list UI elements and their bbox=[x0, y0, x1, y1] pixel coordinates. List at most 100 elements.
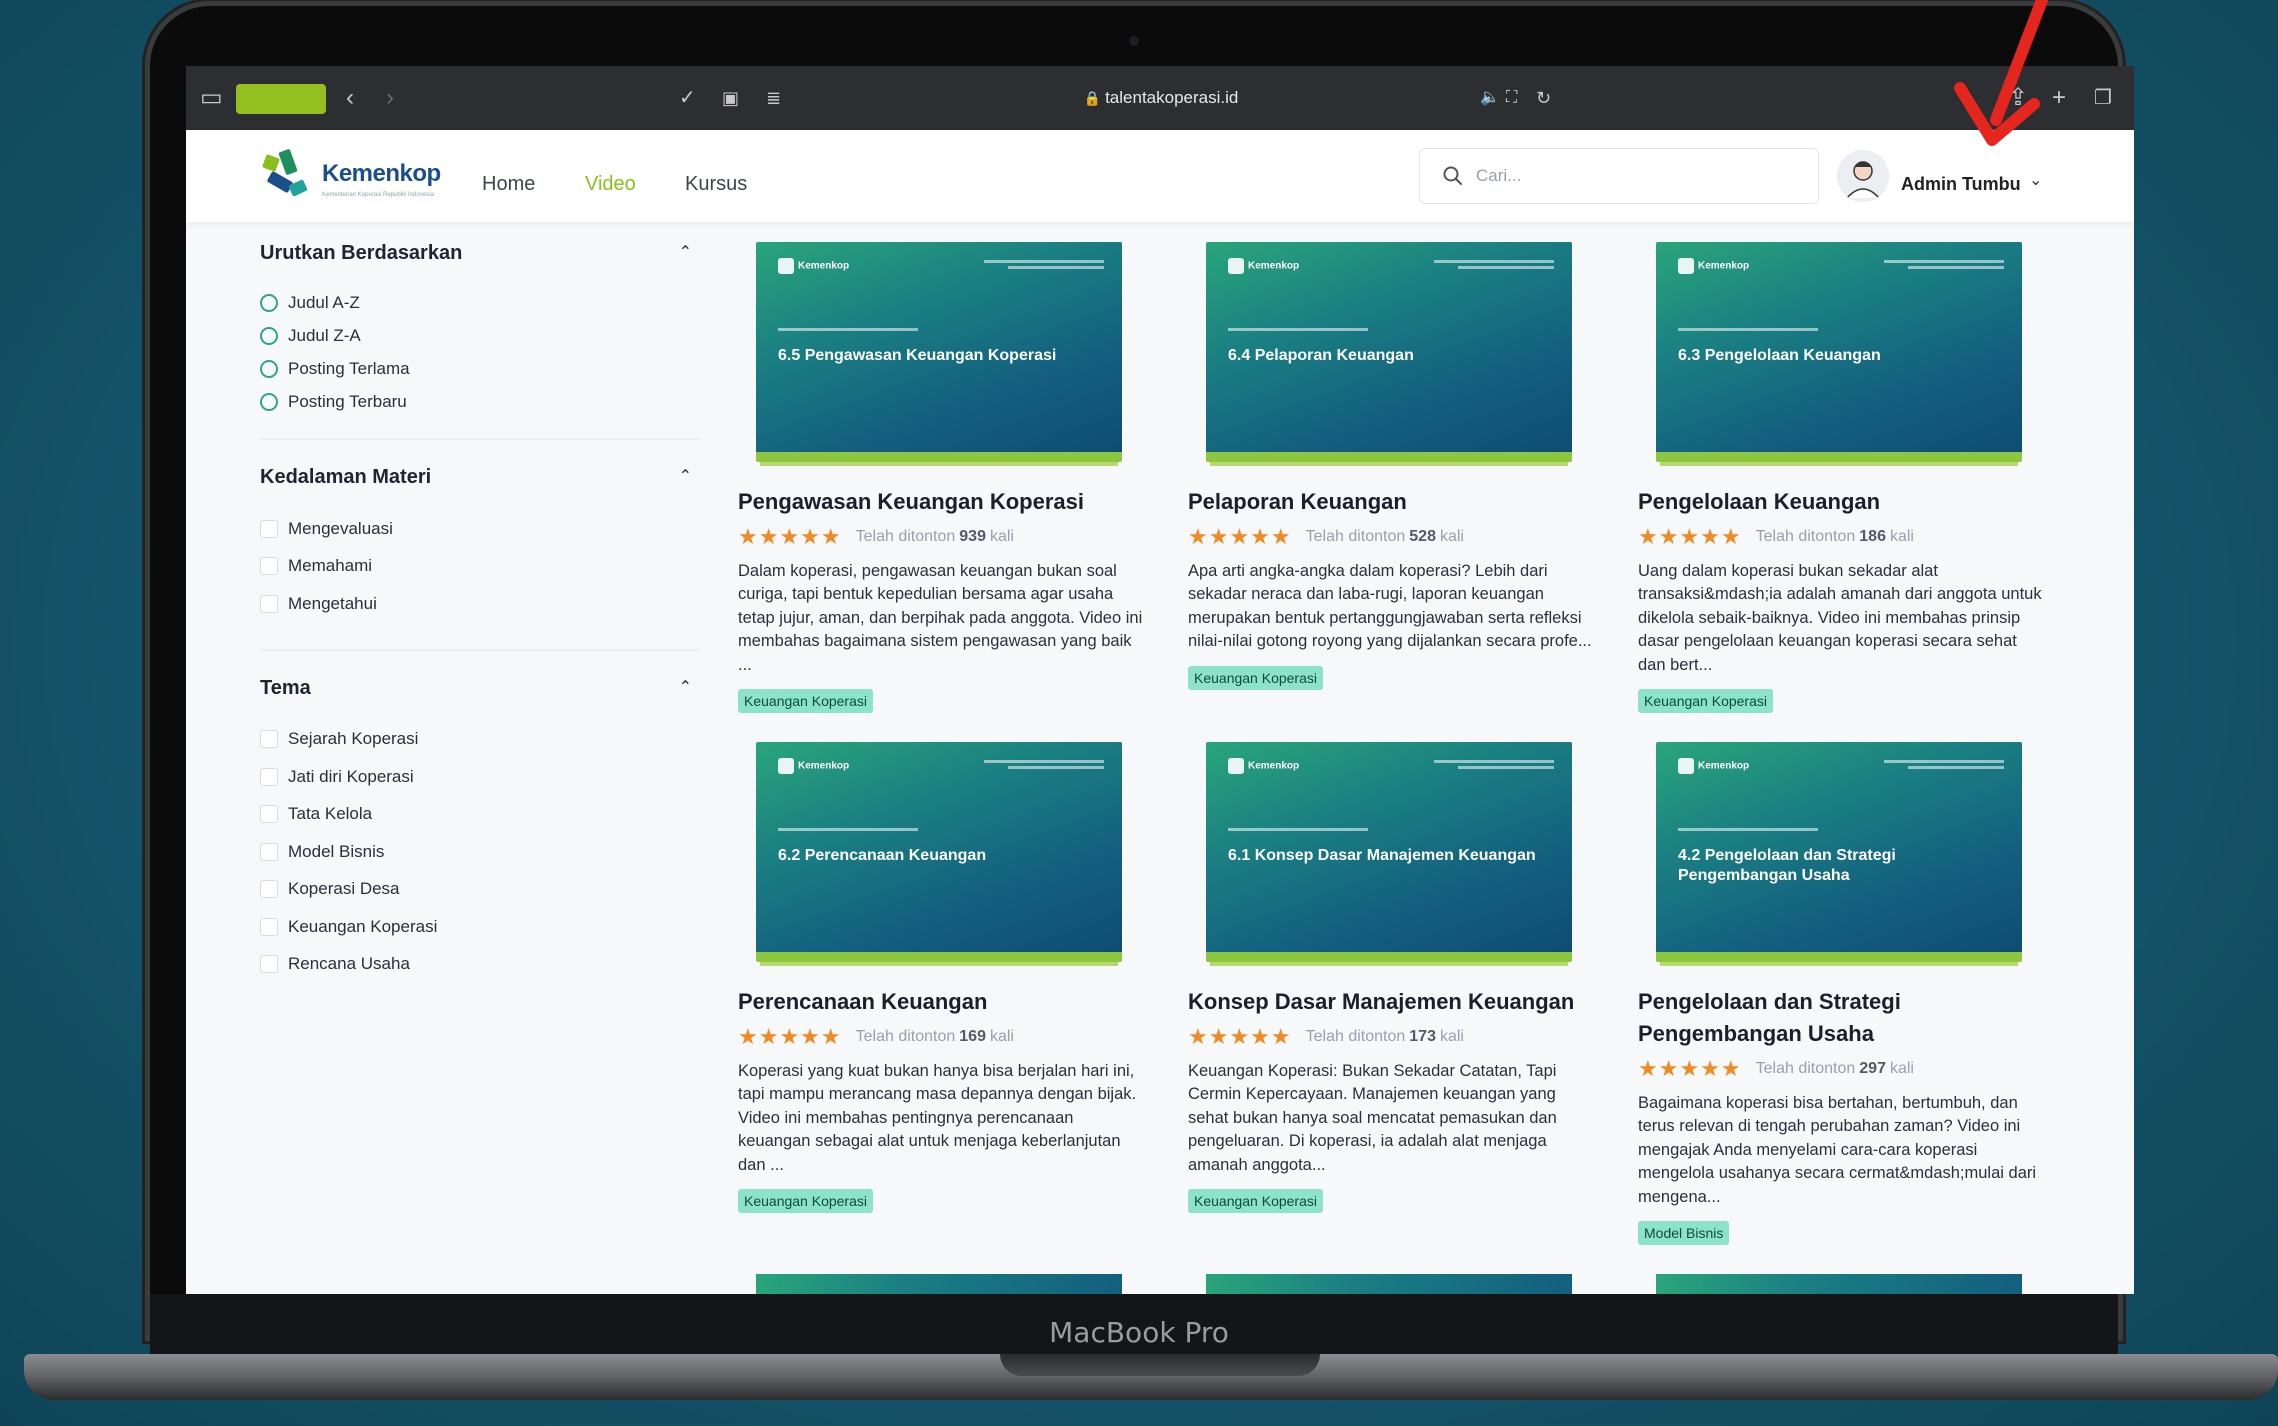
back-icon[interactable]: ‹ bbox=[346, 84, 354, 112]
thumbnail-brand: Kemenkop bbox=[798, 260, 850, 272]
chevron-up-icon[interactable]: ⌃ bbox=[679, 677, 692, 697]
checkbox[interactable] bbox=[260, 594, 278, 613]
video-card[interactable]: Kemenkop 4.2 Pengelolaan dan Strategi Pe… bbox=[1638, 742, 2048, 1246]
video-thumbnail-partial[interactable] bbox=[756, 1274, 1122, 1294]
card-title[interactable]: Pelaporan Keuangan bbox=[1188, 486, 1598, 518]
sort-option-title-za[interactable]: Judul Z-A bbox=[260, 319, 700, 352]
filter-title-depth[interactable]: Kedalaman Materi bbox=[260, 466, 700, 502]
thumbnail-program-label bbox=[1434, 760, 1554, 774]
views-suffix: kali bbox=[989, 528, 1014, 545]
sound-icon[interactable]: 🔈 bbox=[1480, 84, 1500, 112]
card-description: Keuangan Koperasi: Bukan Sekadar Catatan… bbox=[1188, 1062, 1557, 1174]
user-name[interactable]: Admin Tumbu bbox=[1901, 174, 2021, 195]
theme-option[interactable]: Rencana Usaha bbox=[260, 946, 700, 984]
card-title[interactable]: Konsep Dasar Manajemen Keuangan bbox=[1188, 986, 1598, 1018]
chevron-up-icon[interactable]: ⌃ bbox=[679, 466, 692, 486]
nav-home[interactable]: Home bbox=[482, 173, 535, 196]
video-card[interactable]: Kemenkop 6.3 Pengelolaan Keuangan Pengel… bbox=[1638, 242, 2048, 714]
theme-option[interactable]: Model Bisnis bbox=[260, 833, 700, 871]
filter-title-sort[interactable]: Urutkan Berdasarkan bbox=[260, 242, 700, 278]
depth-option-know[interactable]: Mengetahui bbox=[260, 585, 700, 623]
theme-option[interactable]: Keuangan Koperasi bbox=[260, 908, 700, 946]
category-tag[interactable]: Keuangan Koperasi bbox=[1638, 689, 1773, 714]
theme-option[interactable]: Tata Kelola bbox=[260, 796, 700, 834]
theme-option[interactable]: Sejarah Koperasi bbox=[260, 721, 700, 759]
checkbox[interactable] bbox=[260, 955, 278, 974]
radio-button[interactable] bbox=[260, 359, 278, 378]
card-title[interactable]: Pengelolaan dan Strategi Pengembangan Us… bbox=[1638, 986, 2048, 1050]
star-rating-icon: ★★★★★ bbox=[738, 1024, 842, 1049]
sort-option-title-az[interactable]: Judul A-Z bbox=[260, 286, 700, 319]
category-tag[interactable]: Keuangan Koperasi bbox=[738, 689, 873, 714]
video-thumbnail[interactable]: Kemenkop 6.4 Pelaporan Keuangan bbox=[1206, 242, 1572, 462]
checkbox[interactable] bbox=[260, 730, 278, 749]
video-card[interactable]: Kemenkop 6.2 Perencanaan Keuangan Perenc… bbox=[738, 742, 1148, 1214]
sort-option-oldest[interactable]: Posting Terlama bbox=[260, 352, 700, 385]
video-card[interactable]: Kemenkop 6.4 Pelaporan Keuangan Pelapora… bbox=[1188, 242, 1598, 690]
category-tag[interactable]: Keuangan Koperasi bbox=[1188, 665, 1323, 690]
video-thumbnail[interactable]: Kemenkop 6.3 Pengelolaan Keuangan bbox=[1656, 242, 2022, 462]
rating-row: ★★★★★ Telah ditonton 173 kali bbox=[1188, 1024, 1598, 1050]
card-description: Apa arti angka-angka dalam koperasi? Leb… bbox=[1188, 562, 1592, 651]
video-card[interactable]: Kemenkop 6.1 Konsep Dasar Manajemen Keua… bbox=[1188, 742, 1598, 1214]
tab-overview-icon[interactable]: ❐ bbox=[2094, 84, 2112, 112]
checkbox[interactable] bbox=[260, 767, 278, 786]
sidebar-toggle-icon[interactable]: ▭ bbox=[200, 84, 223, 112]
avatar[interactable] bbox=[1837, 150, 1889, 202]
views-label: Telah ditonton bbox=[1305, 1028, 1406, 1045]
nav-kursus[interactable]: Kursus bbox=[685, 173, 747, 196]
checkbox[interactable] bbox=[260, 880, 278, 899]
thumbnail-module-line bbox=[1228, 828, 1368, 831]
extension-icon[interactable]: ▣ bbox=[722, 84, 739, 112]
video-thumbnail-partial[interactable] bbox=[1656, 1274, 2022, 1294]
card-description: Koperasi yang kuat bukan hanya bisa berj… bbox=[738, 1062, 1137, 1174]
video-thumbnail[interactable]: Kemenkop 6.1 Konsep Dasar Manajemen Keua… bbox=[1206, 742, 1572, 962]
category-tag[interactable]: Model Bisnis bbox=[1638, 1221, 1730, 1246]
chevron-down-icon[interactable]: ⌄ bbox=[2029, 170, 2042, 190]
address-bar[interactable]: 🔒 talentakoperasi.id bbox=[741, 78, 1581, 118]
chevron-up-icon[interactable]: ⌃ bbox=[679, 242, 692, 262]
views-count: 297 bbox=[1859, 1060, 1886, 1077]
checkbox[interactable] bbox=[260, 557, 278, 576]
radio-button[interactable] bbox=[260, 392, 278, 411]
url-text: talentakoperasi.id bbox=[1105, 88, 1239, 107]
thumbnail-title: 6.4 Pelaporan Keuangan bbox=[1228, 347, 1414, 364]
tab-group-pill[interactable] bbox=[236, 84, 326, 114]
sort-option-newest[interactable]: Posting Terbaru bbox=[260, 385, 700, 418]
logo-mark-icon bbox=[1678, 758, 1694, 774]
checkbox[interactable] bbox=[260, 917, 278, 936]
video-thumbnail[interactable]: Kemenkop 6.2 Perencanaan Keuangan bbox=[756, 742, 1122, 962]
video-thumbnail[interactable]: Kemenkop 6.5 Pengawasan Keuangan Koperas… bbox=[756, 242, 1122, 462]
star-rating-icon: ★★★★★ bbox=[1638, 524, 1742, 549]
card-title[interactable]: Pengelolaan Keuangan bbox=[1638, 486, 2048, 518]
theme-option[interactable]: Koperasi Desa bbox=[260, 871, 700, 909]
checkbox[interactable] bbox=[260, 519, 278, 538]
nav-video[interactable]: Video bbox=[585, 173, 636, 196]
filter-group-theme: Tema ⌃ Sejarah Koperasi Jati diri Kopera… bbox=[260, 677, 700, 984]
thumbnail-brand: Kemenkop bbox=[798, 760, 850, 772]
video-thumbnail[interactable]: Kemenkop 4.2 Pengelolaan dan Strategi Pe… bbox=[1656, 742, 2022, 962]
check-circle-icon[interactable]: ✓ bbox=[679, 84, 696, 112]
filter-title-theme[interactable]: Tema bbox=[260, 677, 700, 713]
radio-button[interactable] bbox=[260, 293, 278, 312]
depth-option-understand[interactable]: Memahami bbox=[260, 548, 700, 586]
radio-button[interactable] bbox=[260, 326, 278, 345]
thumbnail-program-label bbox=[1884, 260, 2004, 274]
checkbox[interactable] bbox=[260, 842, 278, 861]
card-title[interactable]: Pengawasan Keuangan Koperasi bbox=[738, 486, 1148, 518]
forward-icon[interactable]: › bbox=[386, 84, 394, 112]
annotation-arrow-icon bbox=[1954, 0, 2048, 146]
reload-icon[interactable]: ↻ bbox=[1536, 84, 1551, 112]
checkbox[interactable] bbox=[260, 805, 278, 824]
video-card[interactable]: Kemenkop 6.5 Pengawasan Keuangan Koperas… bbox=[738, 242, 1148, 714]
search-box[interactable] bbox=[1419, 148, 1819, 204]
card-title[interactable]: Perencanaan Keuangan bbox=[738, 986, 1148, 1018]
depth-option-evaluate[interactable]: Mengevaluasi bbox=[260, 510, 700, 548]
search-input[interactable] bbox=[1476, 161, 1796, 191]
theme-option[interactable]: Jati diri Koperasi bbox=[260, 758, 700, 796]
category-tag[interactable]: Keuangan Koperasi bbox=[738, 1189, 873, 1214]
views-count: 173 bbox=[1409, 1028, 1436, 1045]
category-tag[interactable]: Keuangan Koperasi bbox=[1188, 1189, 1323, 1214]
translate-icon[interactable]: ⛶ bbox=[1506, 84, 1517, 112]
video-thumbnail-partial[interactable] bbox=[1206, 1274, 1572, 1294]
